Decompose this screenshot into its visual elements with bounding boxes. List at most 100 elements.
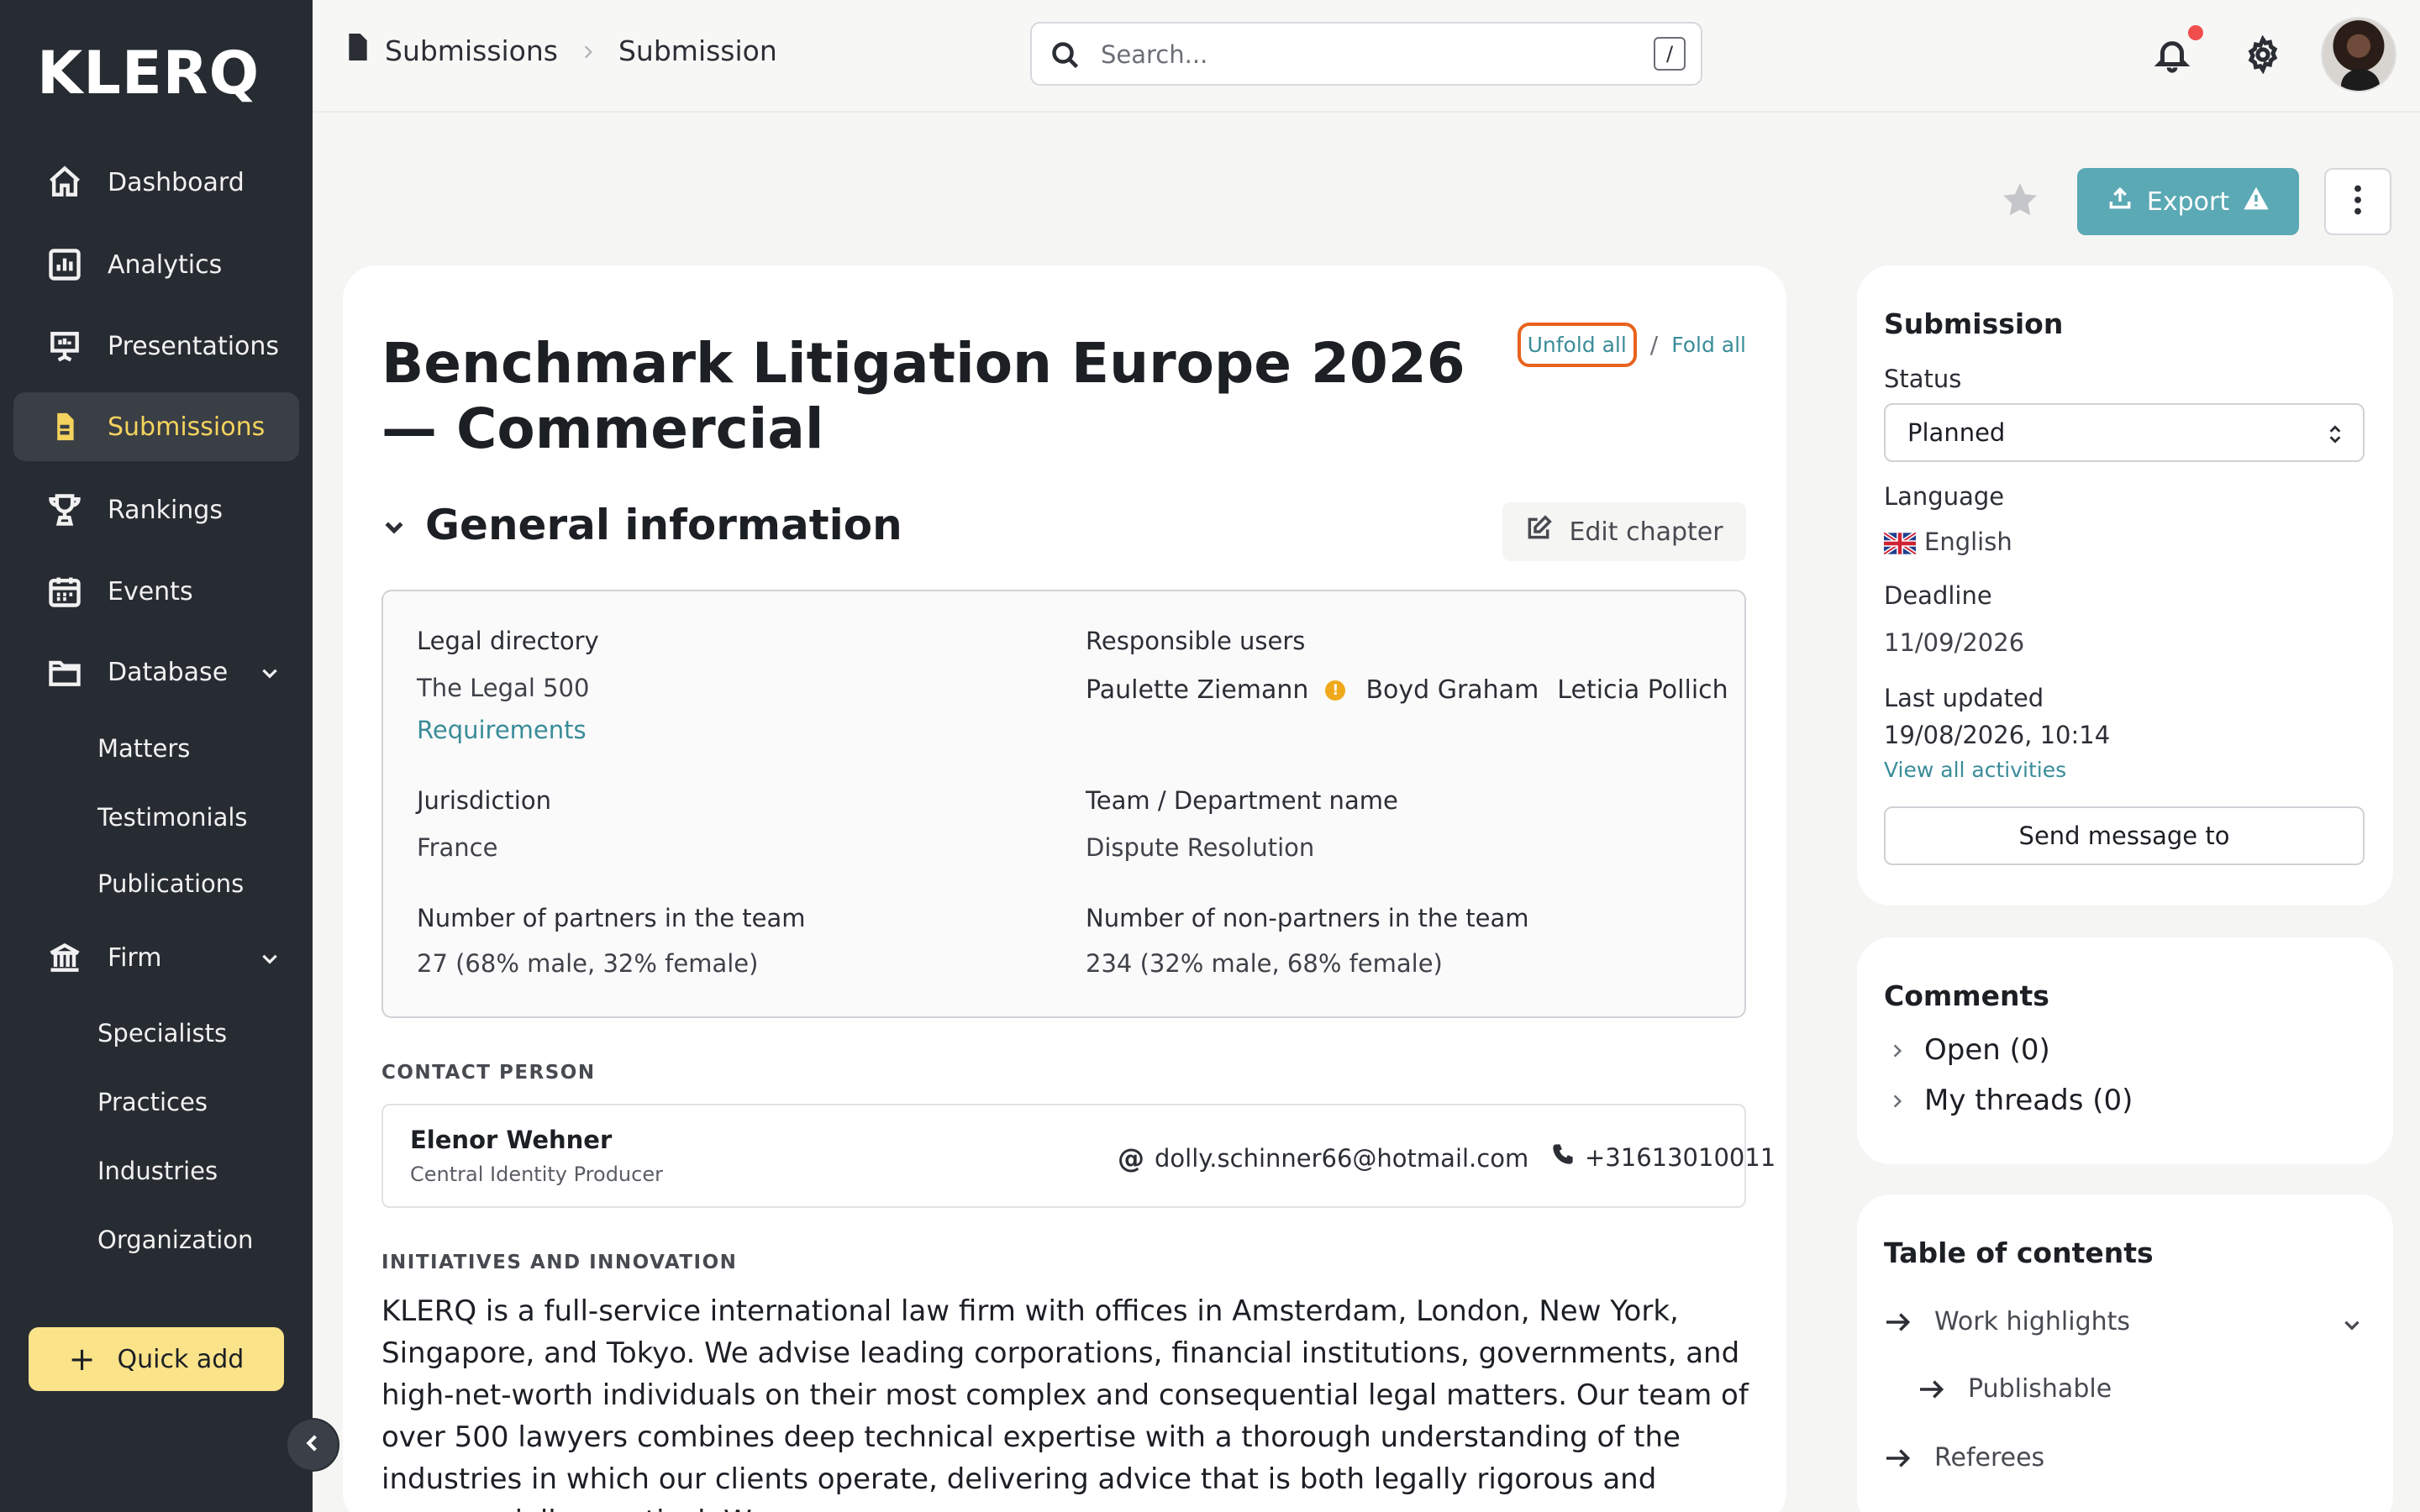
- comments-my-threads-label: My threads (0): [1924, 1084, 2133, 1117]
- warning-icon: [2243, 185, 2270, 218]
- app-logo[interactable]: KLERQ: [37, 39, 260, 108]
- analytics-icon: [45, 245, 84, 284]
- export-label: Export: [2146, 186, 2230, 217]
- initiatives-text: KLERQ is a full-service international la…: [381, 1294, 1749, 1512]
- search-bar[interactable]: /: [1030, 22, 1702, 86]
- calendar-icon: [45, 572, 84, 611]
- status-label: Status: [1884, 365, 1962, 393]
- unfold-all-link[interactable]: Unfold all: [1517, 323, 1637, 367]
- jurisdiction-value: France: [417, 833, 498, 862]
- search-input[interactable]: [1101, 37, 1605, 72]
- sidebar-item-events[interactable]: Events: [13, 557, 299, 626]
- sidebar-item-label: Analytics: [108, 249, 223, 280]
- arrow-right-icon: [1886, 1312, 1911, 1331]
- chevron-down-icon: [381, 501, 407, 549]
- deadline-label: Deadline: [1884, 581, 1992, 610]
- document-icon: [45, 407, 84, 446]
- legal-directory-value: The Legal 500: [417, 674, 590, 702]
- sidebar-item-label: Rankings: [108, 495, 223, 525]
- partners-value: 27 (68% male, 32% female): [417, 949, 759, 978]
- responsible-user[interactable]: Paulette Ziemann: [1086, 675, 1308, 705]
- warning-icon: !: [1325, 680, 1346, 701]
- team-value: Dispute Resolution: [1086, 833, 1315, 862]
- contact-phone-link[interactable]: +31613010011: [1551, 1142, 1776, 1172]
- arrow-right-icon: [1886, 1448, 1911, 1467]
- responsible-users-list: Paulette Ziemann ! Boyd Graham Leticia P…: [1086, 675, 1728, 705]
- toc-item-referees[interactable]: Referees: [1884, 1443, 2044, 1473]
- sidebar-item-firm[interactable]: Firm: [13, 923, 299, 992]
- toc-item-publishable[interactable]: Publishable: [1918, 1374, 2112, 1404]
- sidebar-subitem-organization[interactable]: Organization: [97, 1226, 253, 1254]
- edit-chapter-button[interactable]: Edit chapter: [1502, 502, 1746, 561]
- breadcrumb-item-submission: Submission: [618, 34, 777, 67]
- partners-label: Number of partners in the team: [417, 904, 806, 932]
- table-of-contents-panel: Table of contents Work highlights Publis…: [1857, 1194, 2393, 1512]
- sidebar-item-presentations[interactable]: Presentations: [13, 312, 299, 381]
- section-title: General information: [425, 501, 902, 549]
- contact-name: Elenor Wehner: [410, 1126, 613, 1154]
- star-icon[interactable]: [2000, 180, 2040, 223]
- view-all-activities-link[interactable]: View all activities: [1884, 758, 2066, 782]
- search-icon: [1050, 40, 1081, 74]
- fold-all-link[interactable]: Fold all: [1671, 333, 1746, 357]
- more-vertical-icon: [2353, 185, 2363, 218]
- sidebar-subitem-publications[interactable]: Publications: [97, 869, 244, 898]
- chevron-down-icon[interactable]: [2341, 1314, 2363, 1336]
- sidebar-item-database[interactable]: Database: [13, 638, 299, 706]
- chevron-down-icon: [259, 661, 281, 683]
- page-title: Benchmark Litigation Europe 2026 — Comme…: [381, 331, 1465, 461]
- section-toggle-general-information[interactable]: General information: [381, 501, 902, 549]
- breadcrumb-item-submissions[interactable]: Submissions: [385, 34, 558, 67]
- sidebar-subitem-testimonials[interactable]: Testimonials: [97, 803, 248, 832]
- responsible-users-label: Responsible users: [1086, 627, 1306, 655]
- status-select[interactable]: Planned: [1884, 403, 2365, 462]
- sidebar-item-label: Dashboard: [108, 167, 245, 197]
- more-options-button[interactable]: [2324, 168, 2391, 235]
- sidebar-subitem-industries[interactable]: Industries: [97, 1157, 218, 1185]
- comments-panel-title: Comments: [1884, 979, 2049, 1012]
- contact-email-link[interactable]: @ dolly.schinner66@hotmail.com: [1118, 1142, 1528, 1174]
- sidebar-item-label: Database: [108, 657, 229, 687]
- last-updated-value: 19/08/2026, 10:14: [1884, 721, 2111, 749]
- contact-phone: +31613010011: [1585, 1142, 1776, 1172]
- responsible-user[interactable]: Boyd Graham: [1365, 675, 1539, 705]
- sidebar-item-submissions[interactable]: Submissions: [13, 392, 299, 461]
- collapse-sidebar-button[interactable]: [286, 1418, 339, 1472]
- responsible-user[interactable]: Leticia Pollich: [1557, 675, 1728, 705]
- quick-add-button[interactable]: + Quick add: [29, 1327, 284, 1391]
- presentation-icon: [45, 327, 84, 365]
- arrow-right-icon: [1920, 1379, 1944, 1399]
- chevron-left-icon: [301, 1431, 324, 1458]
- sidebar-subitem-specialists[interactable]: Specialists: [97, 1019, 227, 1047]
- comments-panel: Comments Open (0) My threads (0): [1857, 937, 2393, 1164]
- chevron-right-icon: [580, 34, 597, 67]
- toc-item-work-highlights[interactable]: Work highlights: [1884, 1307, 2130, 1336]
- chevron-right-icon: [1889, 1033, 1906, 1067]
- edit-chapter-label: Edit chapter: [1569, 517, 1723, 547]
- comments-open-toggle[interactable]: Open (0): [1889, 1033, 2050, 1067]
- sort-chevron-icon: [2329, 425, 2341, 444]
- gear-icon[interactable]: [2244, 34, 2282, 75]
- quick-add-label: Quick add: [117, 1344, 245, 1374]
- submission-panel-title: Submission: [1884, 307, 2064, 340]
- submission-main-card: Benchmark Litigation Europe 2026 — Comme…: [343, 265, 1786, 1512]
- notifications-bell-icon[interactable]: [2153, 35, 2191, 74]
- requirements-link[interactable]: Requirements: [417, 716, 587, 744]
- sidebar-item-dashboard[interactable]: Dashboard: [13, 148, 299, 217]
- sidebar-subitem-practices[interactable]: Practices: [97, 1088, 208, 1116]
- sidebar-item-label: Submissions: [108, 412, 266, 442]
- export-button[interactable]: Export: [2077, 168, 2299, 235]
- breadcrumb: Submissions Submission: [346, 34, 777, 67]
- sidebar-item-rankings[interactable]: Rankings: [13, 475, 299, 544]
- plus-icon: +: [68, 1341, 96, 1378]
- comments-open-label: Open (0): [1924, 1033, 2050, 1067]
- upload-icon: [2107, 185, 2133, 218]
- comments-my-threads-toggle[interactable]: My threads (0): [1889, 1084, 2133, 1117]
- deadline-value: 11/09/2026: [1884, 628, 2025, 657]
- trophy-icon: [45, 491, 84, 529]
- sidebar-item-analytics[interactable]: Analytics: [13, 230, 299, 299]
- user-avatar[interactable]: [2321, 17, 2396, 92]
- send-message-button[interactable]: Send message to: [1884, 806, 2365, 865]
- last-updated-label: Last updated: [1884, 684, 2044, 712]
- sidebar-subitem-matters[interactable]: Matters: [97, 734, 190, 763]
